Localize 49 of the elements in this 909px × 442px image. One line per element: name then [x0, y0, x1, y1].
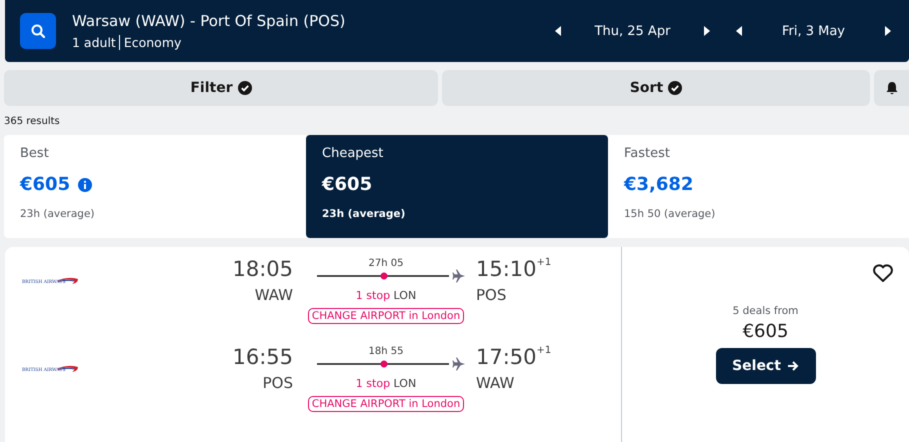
departure-airport: WAW: [254, 286, 293, 304]
arrival-time: 15:10$^{+1}$: [476, 257, 552, 281]
flight-duration: 18h 55: [368, 346, 404, 357]
tab-duration: 15h 50 (average): [624, 208, 716, 220]
search-icon: [31, 24, 45, 38]
departure-airport: POS: [262, 374, 293, 392]
sort-tab[interactable]: Fastest €3,682 15h 50 (average): [608, 135, 909, 238]
stops-label: 1 stop LON: [356, 289, 416, 302]
triangle-left-icon: [736, 26, 742, 36]
passengers-label: 1 adult: [72, 35, 120, 50]
tab-label: Best: [20, 146, 50, 161]
arrival-airport: WAW: [476, 374, 516, 392]
tab-label: Cheapest: [322, 146, 384, 161]
arrow-right-icon: [786, 360, 799, 372]
arrival-time: 17:50$^{+1}$: [476, 345, 552, 369]
departure-time: 16:55: [231, 345, 293, 369]
toolbar-button[interactable]: Sort: [442, 70, 870, 106]
stops-label: 1 stop LON: [356, 377, 416, 390]
airport-change-badge: CHANGE AIRPORT in London: [308, 396, 464, 412]
price-label: €605: [742, 321, 788, 342]
heart-icon[interactable]: [873, 264, 893, 282]
tab-label: Fastest: [624, 146, 671, 161]
flight-duration: 27h 05: [368, 258, 404, 269]
tab-price: €605: [20, 174, 70, 195]
search-button[interactable]: [20, 13, 56, 49]
plane-icon: [452, 357, 466, 371]
plane-icon: [452, 269, 466, 283]
arrival-airport: POS: [476, 286, 508, 304]
sort-tab[interactable]: Cheapest €605 23h (average): [306, 135, 608, 238]
sort-tab[interactable]: Best €605 23h (average): [4, 135, 306, 238]
tab-duration: 23h (average): [20, 208, 96, 220]
tab-duration: 23h (average): [322, 208, 406, 220]
date-label[interactable]: Fri, 3 May: [746, 24, 881, 38]
date-label[interactable]: Thu, 25 Apr: [565, 24, 700, 38]
select-button[interactable]: Select: [716, 348, 816, 384]
deals-label: 5 deals from: [732, 305, 798, 317]
triangle-right-icon: [704, 26, 710, 36]
cabin-label: Economy: [122, 35, 182, 50]
tab-price: €605: [322, 174, 372, 195]
toolbar-button[interactable]: Filter: [4, 70, 438, 106]
tab-price: €3,682: [624, 174, 694, 195]
results-count: 365 results: [3, 115, 61, 128]
alert-button[interactable]: [874, 70, 909, 106]
route-title: Warsaw (WAW) - Port Of Spain (POS): [72, 12, 346, 30]
triangle-left-icon: [555, 26, 561, 36]
departure-time: 18:05: [231, 257, 293, 281]
airport-change-badge: CHANGE AIRPORT in London: [308, 308, 464, 324]
bell-icon: [886, 81, 898, 95]
triangle-right-icon: [885, 26, 891, 36]
